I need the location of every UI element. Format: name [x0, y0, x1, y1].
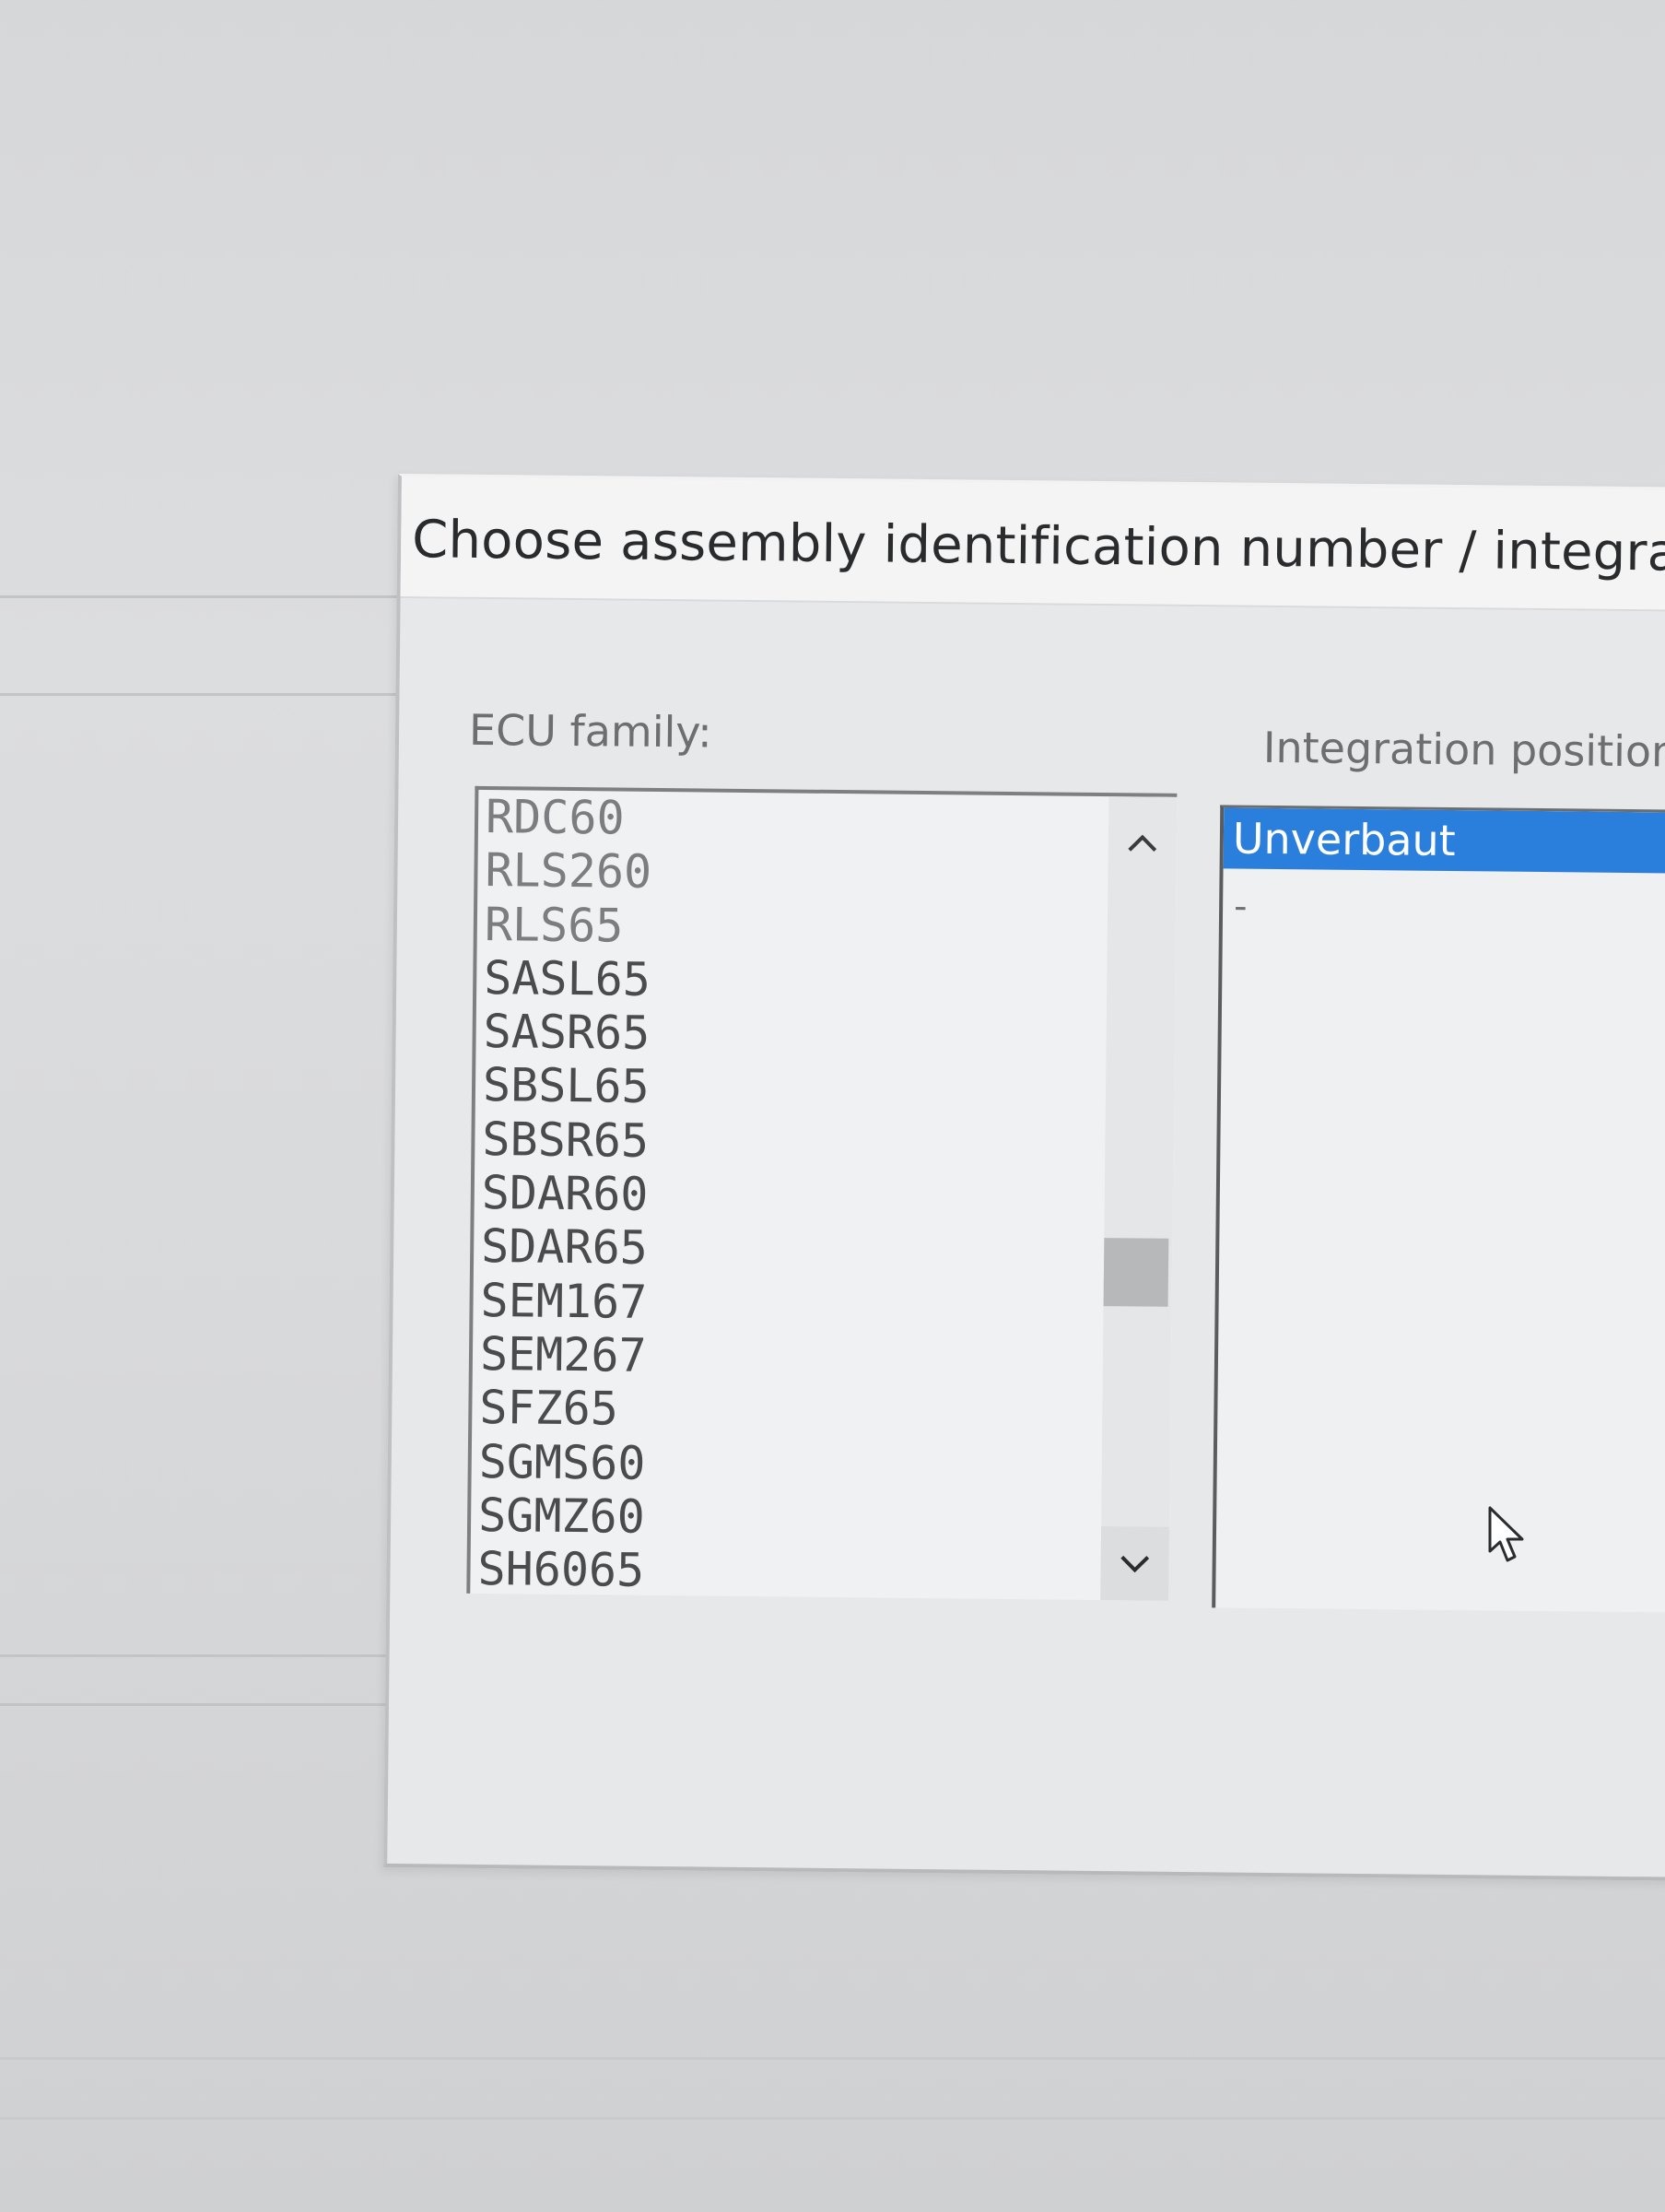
- ecu-family-label: ECU family:: [468, 704, 712, 758]
- chevron-up-icon: [1128, 834, 1157, 853]
- list-item-rdc60[interactable]: RDC60: [486, 790, 652, 845]
- assembly-dialog: Choose assembly identification number / …: [383, 474, 1665, 1881]
- list-item-unverbaut[interactable]: Unverbaut: [1223, 807, 1665, 874]
- mouse-pointer-icon: [1488, 1506, 1524, 1562]
- list-item-rls65[interactable]: RLS65: [485, 898, 651, 953]
- list-item-sem267[interactable]: SEM267: [480, 1327, 647, 1382]
- dialog-titlebar[interactable]: Choose assembly identification number / …: [400, 477, 1665, 612]
- list-item-sbsr65[interactable]: SBSR65: [482, 1112, 649, 1168]
- integration-position-listbox[interactable]: Unverbaut -: [1212, 805, 1665, 1613]
- background-divider: [0, 693, 405, 696]
- ecu-family-scrollbar[interactable]: [1100, 796, 1178, 1601]
- list-item-sbsl65[interactable]: SBSL65: [483, 1058, 650, 1113]
- scroll-up-button[interactable]: [1108, 806, 1177, 880]
- list-item-sdar60[interactable]: SDAR60: [482, 1166, 649, 1221]
- background-divider: [0, 2057, 1665, 2060]
- scroll-thumb[interactable]: [1103, 1238, 1169, 1307]
- integration-position-label: Integration position:: [1262, 722, 1665, 777]
- list-item-sfz65[interactable]: SFZ65: [479, 1381, 646, 1436]
- list-item-rls260[interactable]: RLS260: [485, 843, 651, 899]
- list-item-sasl65[interactable]: SASL65: [484, 951, 651, 1006]
- background-divider: [0, 1654, 424, 1657]
- ecu-family-list: RDC60 RLS260 RLS65 SASL65 SASR65 SBSL65 …: [477, 790, 652, 1597]
- scroll-down-button[interactable]: [1100, 1526, 1170, 1601]
- list-item-sasr65[interactable]: SASR65: [483, 1005, 650, 1060]
- chevron-down-icon: [1120, 1555, 1150, 1573]
- background-divider: [0, 1703, 424, 1706]
- dialog-title: Choose assembly identification number / …: [411, 510, 1665, 584]
- list-item-dash[interactable]: -: [1234, 886, 1248, 928]
- list-item-sh6065[interactable]: SH6065: [477, 1542, 644, 1597]
- list-item-sdar65[interactable]: SDAR65: [481, 1219, 648, 1275]
- list-item-sem167[interactable]: SEM167: [480, 1274, 647, 1329]
- background-divider: [0, 2117, 1665, 2120]
- ecu-family-listbox[interactable]: RDC60 RLS260 RLS65 SASL65 SASR65 SBSL65 …: [466, 785, 1178, 1601]
- list-item-sgms60[interactable]: SGMS60: [478, 1435, 645, 1490]
- list-item-sgmz60[interactable]: SGMZ60: [478, 1488, 645, 1544]
- background-divider: [0, 595, 405, 598]
